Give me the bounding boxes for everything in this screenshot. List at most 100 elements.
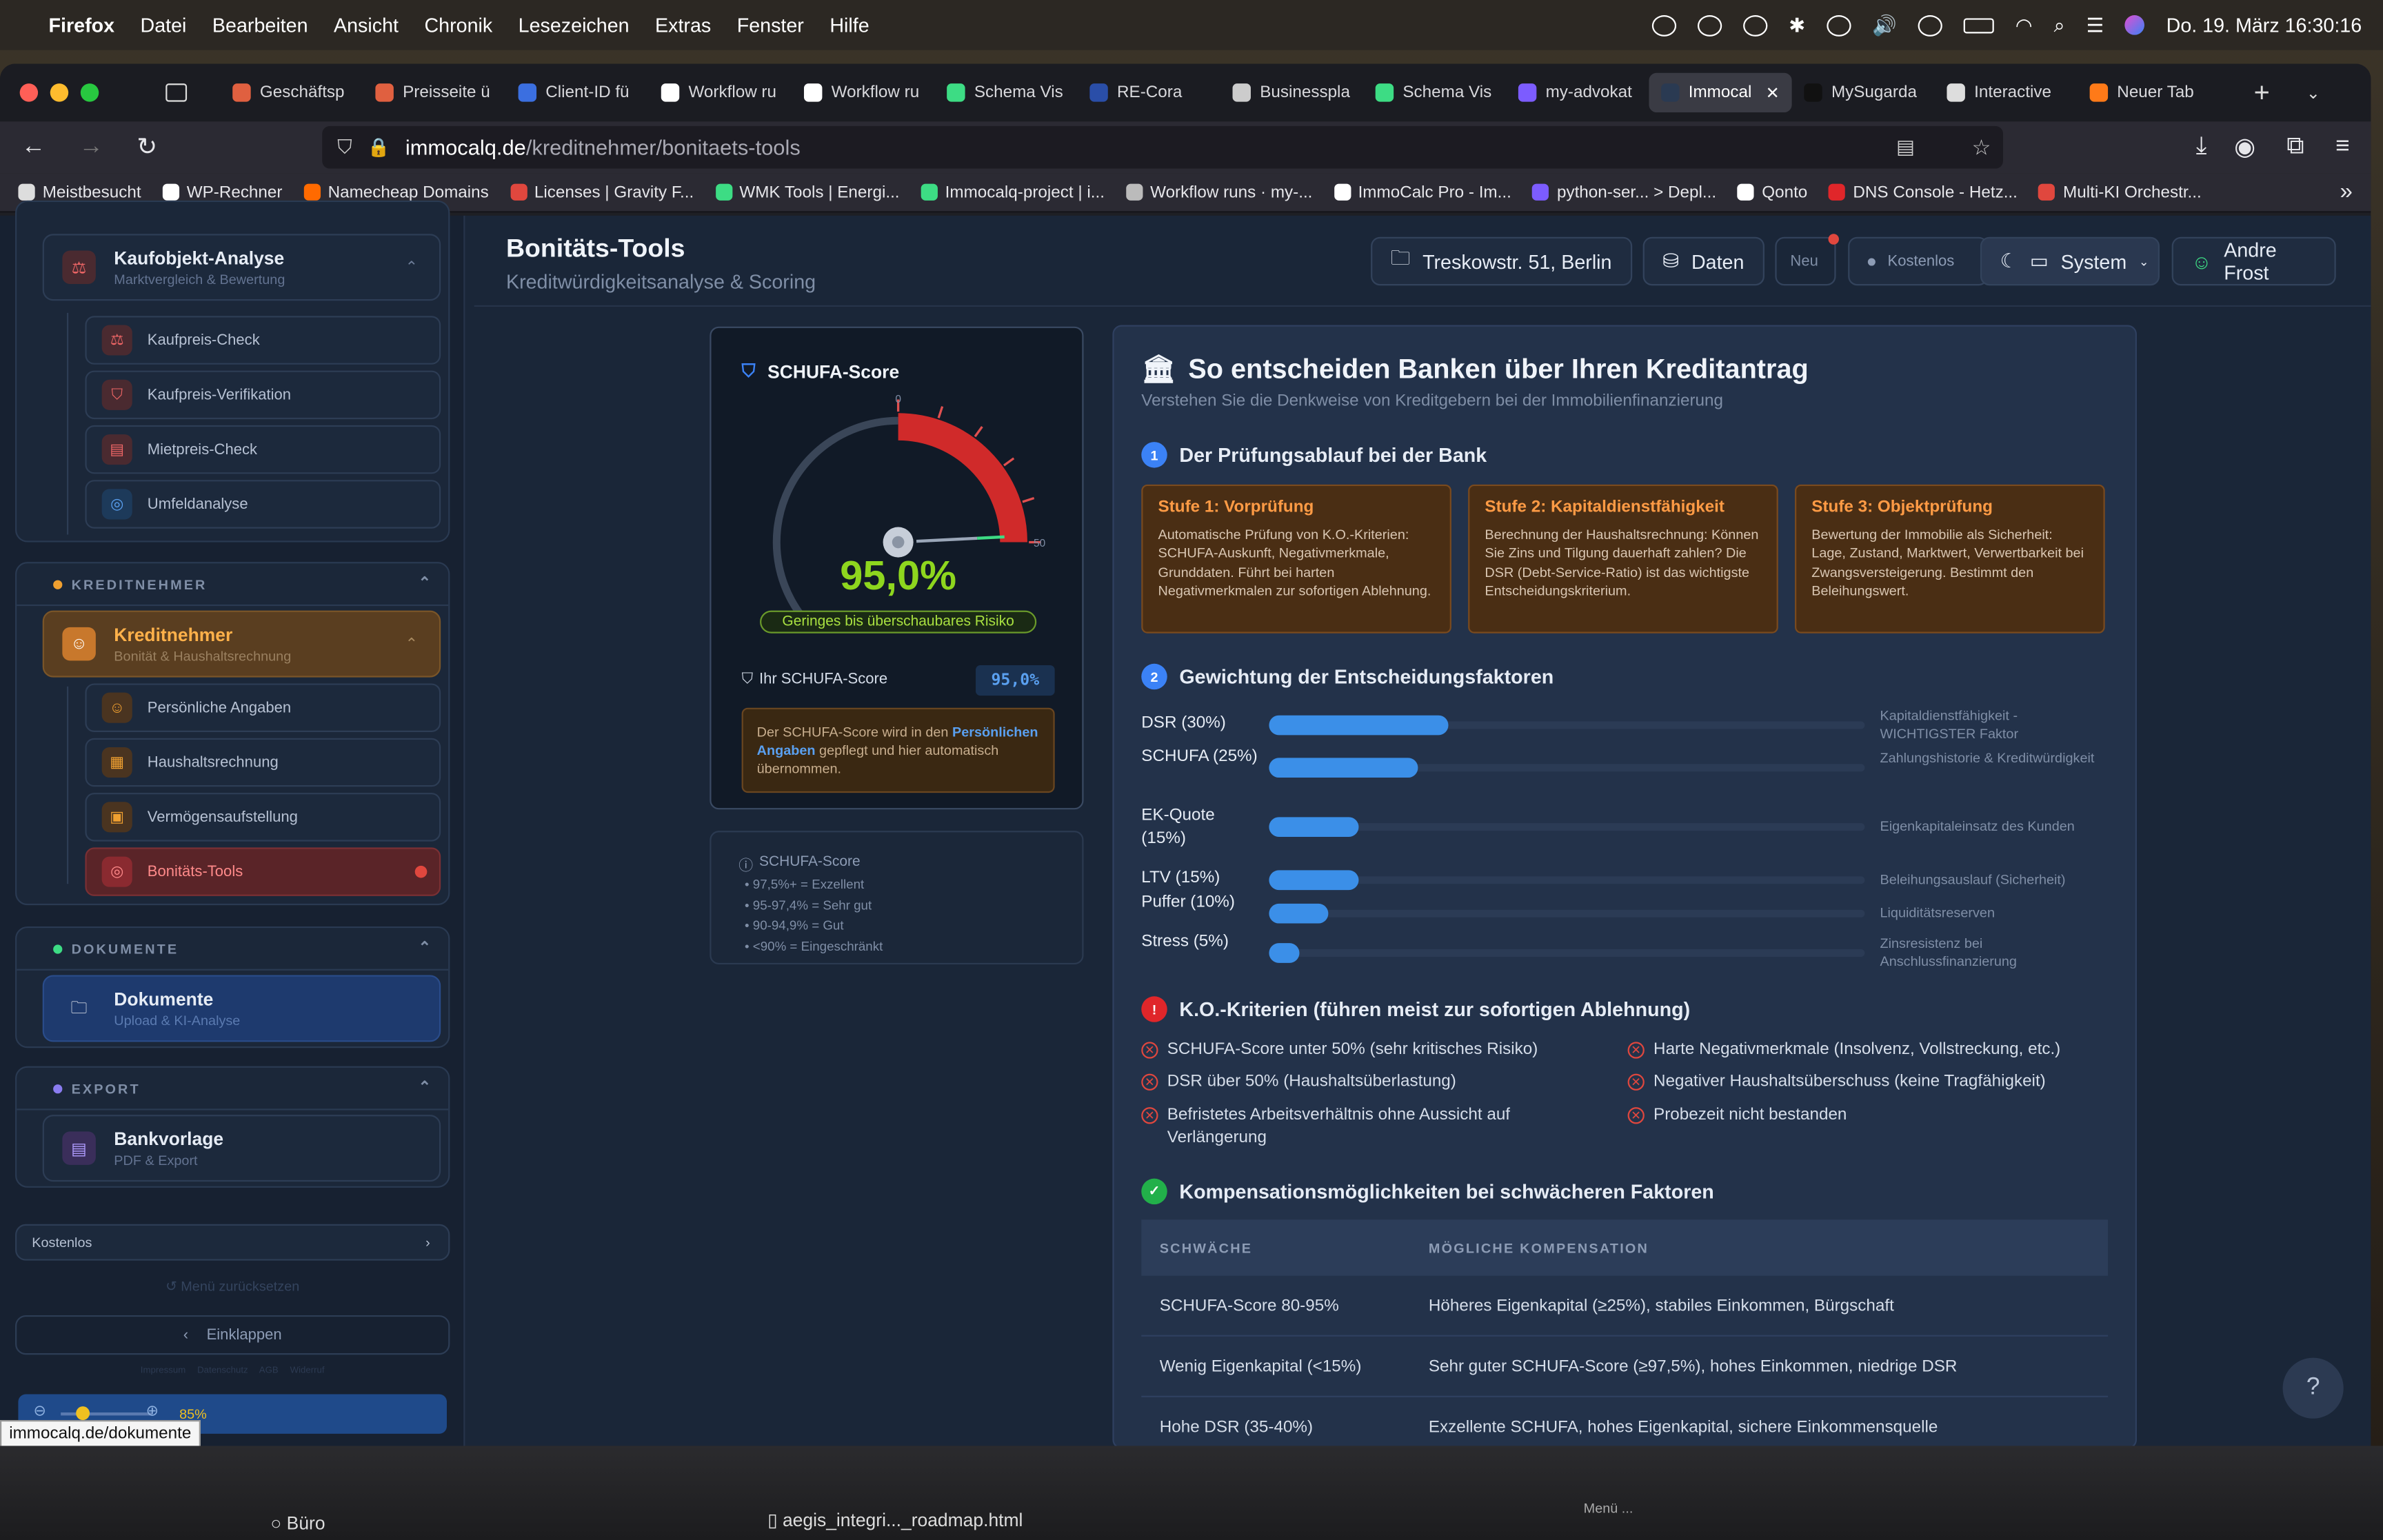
volume-icon[interactable]: 🔊 [1872,13,1897,37]
menubar-clock[interactable]: Do. 19. März 16:30:16 [2166,14,2362,37]
bookmark-star-icon[interactable]: ☆ [1972,134,1991,160]
chevron-up-icon[interactable]: ⌃ [419,940,434,957]
close-window-button[interactable] [19,83,39,102]
wifi-icon[interactable]: ◠ [2015,13,2033,37]
menu-extras[interactable]: Extras [655,14,711,37]
menu-app-name[interactable]: Firefox [49,14,115,37]
zoom-out-icon[interactable]: ⊖ [33,1404,46,1420]
zoom-in-icon[interactable]: ⊕ [146,1404,159,1420]
extensions-icon[interactable]: ⧉ [2286,134,2304,161]
reader-view-icon[interactable]: ▤ [1896,135,1915,159]
user-menu-button[interactable]: ☺ Andre Frost [2171,236,2336,286]
tab-list-chevron-icon[interactable]: ⌄ [2306,83,2320,102]
sidebar-item-kaufpreis-check[interactable]: ⚖ Kaufpreis-Check [85,316,441,365]
minimize-window-button[interactable] [50,83,69,102]
bookmark-item[interactable]: Multi-KI Orchestr... [2038,183,2202,201]
reload-icon[interactable]: ↻ [137,132,157,163]
sidebar-card-kaufobjekt[interactable]: ⚖ Kaufobjekt-Analyse Marktvergleich & Bew… [42,234,441,301]
tab-item[interactable]: Client-ID fü [506,73,649,112]
sidebar-item-haushaltsrechnung[interactable]: ▦ Haushaltsrechnung [85,738,441,787]
battery-icon[interactable] [1963,17,1994,33]
search-icon[interactable]: ⌕ [2054,13,2065,37]
download-icon[interactable]: ⤓ [2196,134,2207,161]
tab-item[interactable]: Workflow ru [649,73,792,112]
close-tab-icon[interactable]: ✕ [1766,83,1780,102]
theme-selector[interactable]: ☾ ▭ System ⌄ [1980,236,2160,286]
new-button[interactable]: Neu [1775,234,1839,286]
bookmark-item[interactable]: DNS Console - Hetz... [1829,183,2018,201]
tab-overview-icon[interactable] [165,83,188,102]
menu-fenster[interactable]: Fenster [737,14,804,37]
help-button[interactable]: ? [2282,1357,2344,1419]
menu-lesezeichen[interactable]: Lesezeichen [519,14,630,37]
menu-ansicht[interactable]: Ansicht [334,14,399,37]
control-center-icon[interactable]: ☰ [2087,13,2104,37]
sidebar-item-persoenliche-angaben[interactable]: ☺ Persönliche Angaben [85,683,441,732]
menu-chronik[interactable]: Chronik [424,14,492,37]
sidebar-item-mietpreis-check[interactable]: ▤ Mietpreis-Check [85,425,441,474]
tab-item[interactable]: RE-Cora [1078,73,1220,112]
sidebar-card-bankvorlage[interactable]: ▤ Bankvorlage PDF & Export [42,1115,441,1182]
dock-item-buero[interactable]: ○ Büro [270,1512,325,1534]
status-icon[interactable] [1697,14,1722,36]
tab-item[interactable]: Neuer Tab [2078,73,2220,112]
dock-file-roadmap[interactable]: ▯ aegis_integri..._roadmap.html [767,1510,1023,1531]
chevron-up-icon[interactable]: ⌃ [405,636,418,652]
bookmark-item[interactable]: Namecheap Domains [303,183,489,201]
chevron-up-icon[interactable]: ⌃ [405,259,418,276]
tab-item[interactable]: Preisseite ü [363,73,506,112]
chevron-up-icon[interactable]: ⌃ [419,1080,434,1096]
bluetooth-icon[interactable]: ✱ [1789,13,1805,37]
tab-item[interactable]: Geschäftsp [221,73,363,112]
bookmarks-overflow-icon[interactable]: » [2340,179,2353,205]
chevron-up-icon[interactable]: ⌃ [419,576,434,592]
status-icon[interactable] [1651,14,1677,36]
forward-arrow-icon[interactable]: → [79,134,103,161]
zoom-slider-handle[interactable] [76,1406,90,1420]
sidebar-item-kaufpreis-verifikation[interactable]: ⛉ Kaufpreis-Verifikation [85,370,441,420]
address-button[interactable]: 🗀 Treskowstr. 51, Berlin [1371,236,1633,286]
dock-item-menu[interactable]: Menü ... [1584,1501,1633,1516]
tab-item[interactable]: Workflow ru [792,73,934,112]
zoom-window-button[interactable] [80,83,99,102]
bookmark-item[interactable]: python-ser... > Depl... [1532,183,1716,201]
bookmark-item[interactable]: Immocalq-project | i... [921,183,1105,201]
sidebar-card-dokumente[interactable]: 🗀 Dokumente Upload & KI-Analyse [42,975,441,1042]
zoom-slider-track[interactable] [61,1412,152,1416]
accessibility-icon[interactable] [1918,14,1943,36]
collapse-sidebar-button[interactable]: ‹ Einklappen [15,1315,450,1355]
tab-item[interactable]: Schema Vis [935,73,1078,112]
bookmark-item[interactable]: Meistbesucht [18,183,141,201]
sidebar-item-umfeldanalyse[interactable]: ◎ Umfeldanalyse [85,480,441,529]
tab-item[interactable]: Businesspla [1220,73,1363,112]
menu-bearbeiten[interactable]: Bearbeiten [212,14,308,37]
app-menu-icon[interactable]: ≡ [2335,134,2350,161]
account-icon[interactable]: ◉ [2234,132,2255,163]
group-header[interactable]: EXPORT ⌃ [17,1068,449,1111]
bookmark-item[interactable]: WP-Rechner [162,183,282,201]
user-status-icon[interactable] [1827,14,1851,36]
plan-badge[interactable]: Kostenlos [1848,236,1988,286]
tab-item[interactable]: Interactive [1935,73,2078,112]
tab-item[interactable]: Schema Vis [1363,73,1506,112]
menu-datei[interactable]: Datei [141,14,187,37]
tab-item[interactable]: MySugarda [1792,73,1935,112]
bookmark-item[interactable]: Licenses | Gravity F... [510,183,694,201]
footer-links[interactable]: Impressum Datenschutz AGB Widerruf [0,1367,465,1376]
status-icon[interactable] [1743,14,1768,36]
siri-icon[interactable] [2125,15,2145,35]
data-button[interactable]: ⛁ Daten [1642,236,1764,286]
sidebar-card-kreditnehmer[interactable]: ☺ Kreditnehmer Bonität & Haushaltsrechnun… [42,610,441,678]
group-header[interactable]: KREDITNEHMER ⌃ [17,563,449,607]
tab-item[interactable]: Immocal ✕ [1649,72,1792,113]
sidebar-item-bonitaets-tools[interactable]: ◎ Bonitäts-Tools [85,847,441,896]
url-bar[interactable]: ⛉ 🔒 immocalq.de/kreditnehmer/bonitaets-t… [322,125,2004,169]
shield-icon[interactable]: ⛉ [337,135,352,159]
bookmark-item[interactable]: Qonto [1737,183,1807,201]
group-header[interactable]: DOKUMENTE ⌃ [17,928,449,971]
sidebar-item-vermoegensaufstellung[interactable]: ▣ Vermögensaufstellung [85,793,441,842]
score-input[interactable]: 95,0% [976,665,1055,696]
bookmark-item[interactable]: ImmoCalc Pro - Im... [1334,183,1511,201]
menu-hilfe[interactable]: Hilfe [829,14,869,37]
tab-item[interactable]: my-advokat [1506,73,1649,112]
